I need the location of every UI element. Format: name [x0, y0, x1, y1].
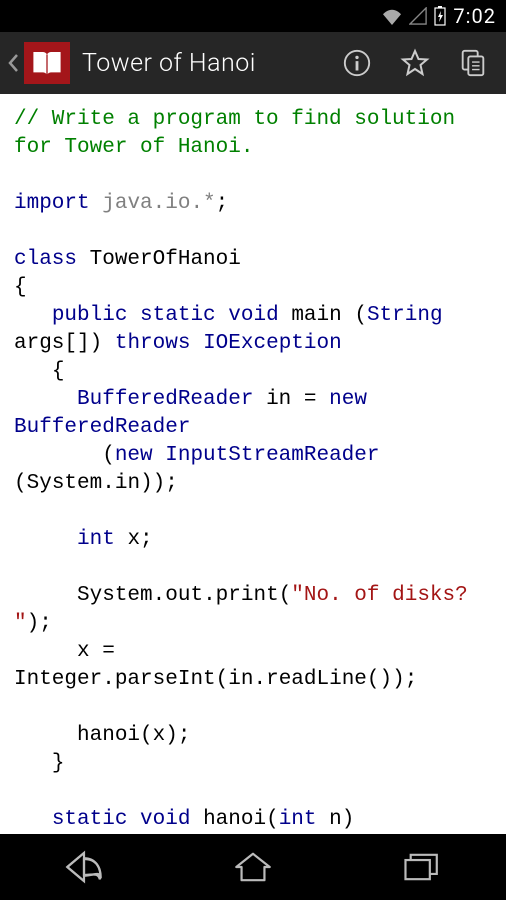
rparen5: ) [380, 668, 393, 691]
var-n: n [329, 808, 342, 831]
hanoi-def: hanoi [203, 808, 266, 831]
clock-text: 7:02 [453, 4, 496, 28]
kw-static2: static [52, 808, 128, 831]
lbrace2: { [52, 360, 65, 383]
lparen3: ( [14, 472, 27, 495]
rparen4: ) [27, 612, 40, 635]
type-inputstreamreader: InputStreamReader [165, 444, 379, 467]
main-name: main [291, 304, 341, 327]
favorite-button[interactable] [388, 32, 442, 94]
type-bufferedreader2: BufferedReader [14, 416, 190, 439]
var-x2: x [77, 640, 90, 663]
battery-icon [433, 6, 447, 26]
dot3: . [203, 584, 216, 607]
code-comment: // Write a program to find solution for … [14, 108, 468, 159]
var-in: in [266, 388, 291, 411]
var-x3: x [153, 724, 166, 747]
integer: Integer [14, 668, 102, 691]
lbrace: { [14, 276, 27, 299]
semi6: ; [178, 724, 191, 747]
dot4: . [102, 668, 115, 691]
rparen3: ) [153, 472, 166, 495]
kw-new: new [329, 388, 367, 411]
lparen7: ( [140, 724, 153, 747]
args: args[] [14, 332, 90, 355]
nav-recent-button[interactable] [362, 842, 482, 892]
signal-icon [409, 7, 427, 25]
lparen2: ( [102, 444, 115, 467]
kw-throws: throws [115, 332, 191, 355]
copy-button[interactable] [446, 32, 500, 94]
semi3: ; [140, 528, 153, 551]
rparen: ) [90, 332, 103, 355]
kw-class: class [14, 248, 77, 271]
kw-int: int [77, 528, 115, 551]
rparen6: ) [392, 668, 405, 691]
class-name: TowerOfHanoi [90, 248, 241, 271]
semi: ; [216, 192, 229, 215]
android-nav-bar [0, 834, 506, 900]
status-bar: 7:02 [0, 0, 506, 32]
lparen8: ( [266, 808, 279, 831]
lparen: ( [354, 304, 367, 327]
nav-back-button[interactable] [24, 842, 144, 892]
page-title: Tower of Hanoi [82, 49, 326, 78]
type-string: String [367, 304, 443, 327]
kw-void: void [228, 304, 278, 327]
rparen2: ) [140, 472, 153, 495]
kw-import: import [14, 192, 90, 215]
rparen8: ) [342, 808, 355, 831]
kw-public: public [52, 304, 128, 327]
semi5: ; [405, 668, 418, 691]
readline: readLine [266, 668, 367, 691]
type-ioexception: IOException [203, 332, 342, 355]
semi2: ; [165, 472, 178, 495]
var-in2: in [228, 668, 253, 691]
kw-void2: void [140, 808, 190, 831]
code-viewer[interactable]: // Write a program to find solution for … [0, 94, 506, 902]
semi4: ; [39, 612, 52, 635]
in-field: in [115, 472, 140, 495]
pkg-name: java.io.* [102, 192, 215, 215]
dot5: . [253, 668, 266, 691]
eq: = [304, 388, 317, 411]
wifi-icon [381, 7, 403, 25]
app-bar: Tower of Hanoi [0, 32, 506, 94]
kw-int2: int [279, 808, 317, 831]
print-method: print [216, 584, 279, 607]
rbrace: } [52, 752, 65, 775]
kw-static: static [140, 304, 216, 327]
var-x: x [127, 528, 140, 551]
nav-home-button[interactable] [193, 842, 313, 892]
system: System [27, 472, 103, 495]
lparen5: ( [216, 668, 229, 691]
eq2: = [102, 640, 115, 663]
dot: . [102, 472, 115, 495]
back-icon[interactable] [6, 51, 20, 75]
hanoi-call: hanoi [77, 724, 140, 747]
app-logo-icon[interactable] [24, 42, 70, 84]
lparen6: ( [367, 668, 380, 691]
type-bufferedreader: BufferedReader [77, 388, 253, 411]
rparen7: ) [165, 724, 178, 747]
kw-new2: new [115, 444, 153, 467]
parseint: parseInt [115, 668, 216, 691]
system2: System [77, 584, 153, 607]
dot2: . [153, 584, 166, 607]
info-button[interactable] [330, 32, 384, 94]
lparen4: ( [279, 584, 292, 607]
out-field: out [165, 584, 203, 607]
